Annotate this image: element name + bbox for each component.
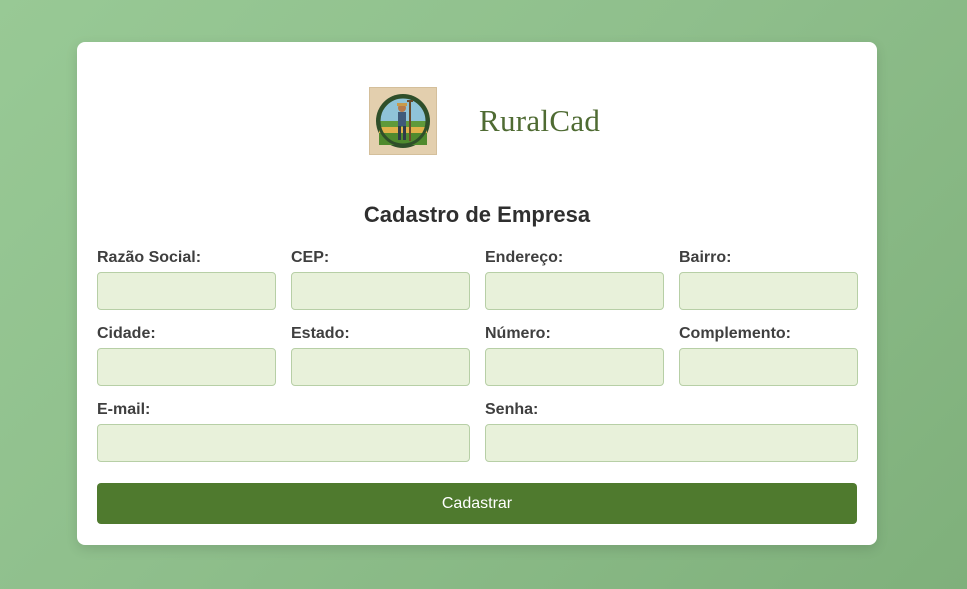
brand-header: RuralCad [369, 87, 600, 155]
email-field: E-mail: [97, 400, 470, 462]
cidade-input[interactable] [97, 348, 276, 386]
complemento-input[interactable] [679, 348, 858, 386]
cep-label: CEP: [291, 249, 330, 266]
numero-field: Número: [485, 324, 664, 386]
registration-card: RuralCad Cadastro de Empresa Razão Socia… [77, 42, 877, 545]
estado-field: Estado: [291, 324, 470, 386]
page-title: Cadastro de Empresa [363, 202, 591, 227]
cep-field: CEP: [291, 248, 470, 310]
cidade-label: Cidade: [97, 325, 156, 342]
bairro-field: Bairro: [679, 248, 858, 310]
cep-input[interactable] [291, 272, 470, 310]
razao-social-input[interactable] [97, 272, 276, 310]
brand-name: RuralCad [479, 103, 601, 138]
farmer-logo-icon [369, 87, 437, 155]
complemento-label: Complemento: [679, 325, 791, 342]
razao-social-field: Razão Social: [97, 248, 276, 310]
numero-input[interactable] [485, 348, 664, 386]
complemento-field: Complemento: [679, 324, 858, 386]
email-input[interactable] [97, 424, 470, 462]
bairro-label: Bairro: [679, 249, 732, 266]
endereco-field: Endereço: [485, 248, 664, 310]
senha-label: Senha: [485, 401, 539, 418]
endereco-input[interactable] [485, 272, 664, 310]
bairro-input[interactable] [679, 272, 858, 310]
razao-social-label: Razão Social: [97, 249, 202, 266]
numero-label: Número: [485, 325, 551, 342]
endereco-label: Endereço: [485, 249, 564, 266]
estado-label: Estado: [291, 325, 350, 342]
estado-input[interactable] [291, 348, 470, 386]
senha-field: Senha: [485, 400, 858, 462]
cadastrar-button[interactable]: Cadastrar [97, 483, 857, 524]
email-label: E-mail: [97, 401, 151, 418]
cidade-field: Cidade: [97, 324, 276, 386]
senha-input[interactable] [485, 424, 858, 462]
company-registration-form: Razão Social: CEP: Endereço: Bairro: Cid… [97, 248, 858, 462]
